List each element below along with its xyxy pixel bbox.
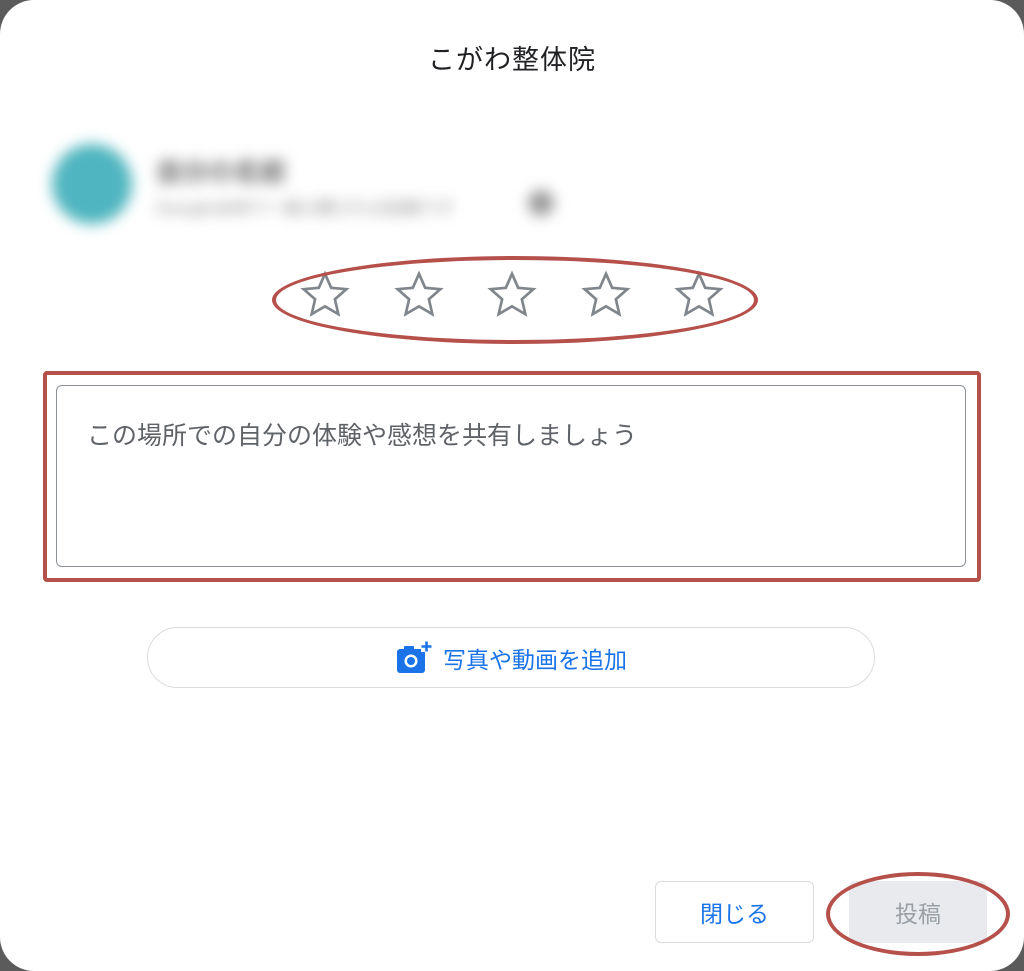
star-1-icon[interactable] [298,268,352,322]
user-info: 自分の名前 Google全体で一般公開される投稿です [52,142,592,232]
star-rating [298,268,726,328]
dialog-title: こがわ整体院 [428,45,596,76]
post-button[interactable]: 投稿 [849,881,987,943]
star-5-icon[interactable] [672,268,726,322]
avatar [52,144,132,224]
add-media-label: 写真や動画を追加 [443,647,627,674]
user-subtitle: Google全体で一般公開される投稿です [156,199,454,219]
star-4-icon[interactable] [579,268,633,322]
add-photo-icon [395,640,433,676]
review-dialog: こがわ整体院 自分の名前 Google全体で一般公開される投稿です この場所での… [0,0,1024,971]
star-2-icon[interactable] [392,268,446,322]
close-button[interactable]: 閉じる [655,881,814,943]
user-name: 自分の名前 [156,158,287,188]
info-icon [528,190,554,216]
star-3-icon[interactable] [485,268,539,322]
add-media-button[interactable]: 写真や動画を追加 [147,627,875,688]
review-textarea[interactable] [56,385,966,567]
